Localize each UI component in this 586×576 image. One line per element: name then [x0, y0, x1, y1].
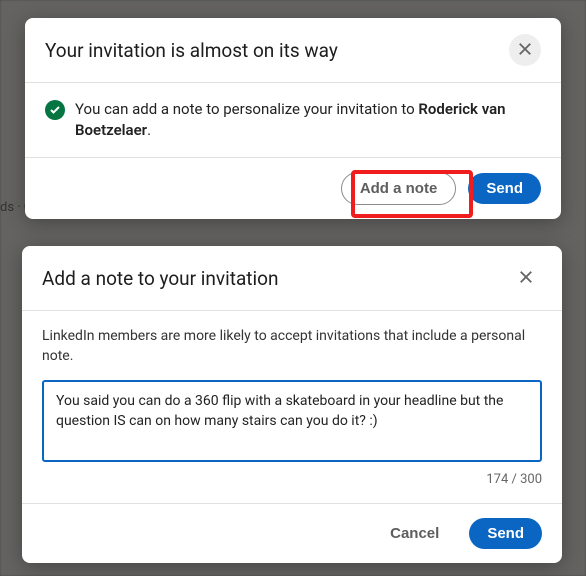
add-note-button[interactable]: Add a note: [341, 172, 457, 205]
note-textarea[interactable]: [42, 380, 542, 462]
cancel-button[interactable]: Cancel: [372, 518, 457, 549]
personalize-note-text: You can add a note to personalize your i…: [75, 99, 541, 141]
helper-text: LinkedIn members are more likely to acce…: [42, 327, 542, 366]
close-icon: [516, 40, 534, 61]
char-count: 174 / 300: [42, 472, 542, 487]
add-note-modal: Add a note to your invitation LinkedIn m…: [22, 246, 562, 563]
send-button[interactable]: Send: [469, 518, 542, 549]
modal-body: You can add a note to personalize your i…: [25, 83, 561, 157]
modal-body: LinkedIn members are more likely to acce…: [22, 311, 562, 503]
close-icon: [517, 268, 535, 289]
modal-header: Your invitation is almost on its way: [25, 18, 561, 83]
invitation-modal: Your invitation is almost on its way You…: [25, 18, 561, 219]
modal-footer: Cancel Send: [22, 503, 562, 563]
modal-title: Add a note to your invitation: [42, 267, 278, 290]
close-button[interactable]: [510, 262, 542, 294]
modal-title: Your invitation is almost on its way: [45, 39, 338, 62]
close-button[interactable]: [509, 34, 541, 66]
modal-header: Add a note to your invitation: [22, 246, 562, 311]
send-button[interactable]: Send: [468, 173, 541, 204]
check-icon: [45, 100, 65, 120]
modal-footer: Add a note Send: [25, 157, 561, 219]
